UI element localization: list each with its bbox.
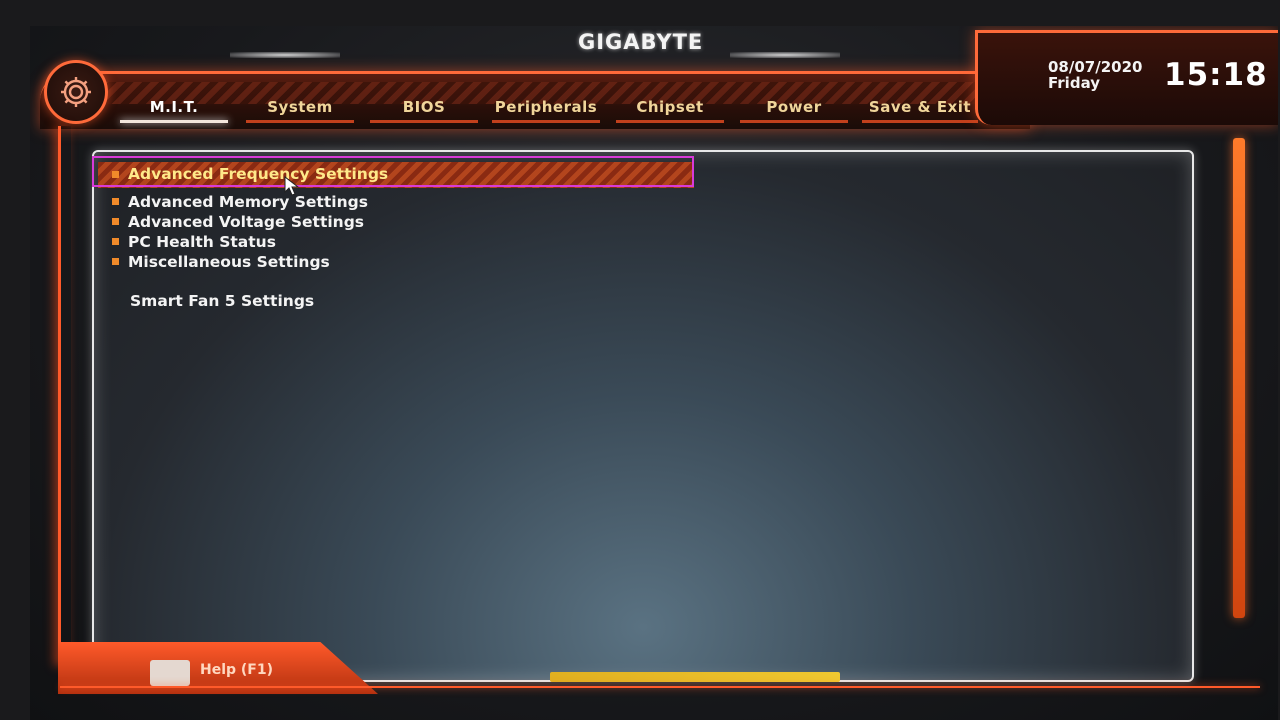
tab-save-exit[interactable]: Save & Exit	[862, 94, 978, 123]
settings-panel: Advanced Frequency Settings Advanced Mem…	[92, 150, 1194, 682]
tab-chipset[interactable]: Chipset	[616, 94, 724, 123]
left-frame-accent	[58, 126, 71, 666]
help-key-icon	[150, 660, 190, 686]
tab-peripherals[interactable]: Peripherals	[492, 94, 600, 123]
tab-bios[interactable]: BIOS	[370, 94, 478, 123]
menu-item-label: Miscellaneous Settings	[128, 253, 330, 271]
bullet-icon	[112, 198, 119, 205]
tab-system[interactable]: System	[246, 94, 354, 123]
header-glow-left	[230, 52, 340, 58]
datetime-panel: 08/07/2020 Friday 15:18	[975, 30, 1278, 125]
day-text: Friday	[1048, 74, 1101, 92]
date-text: 08/07/2020	[1048, 58, 1143, 76]
menu-item-label: PC Health Status	[128, 233, 276, 251]
settings-gear-button[interactable]	[44, 60, 108, 124]
bullet-icon	[112, 218, 119, 225]
main-tab-bar: M.I.T. System BIOS Peripherals Chipset P…	[118, 94, 978, 124]
menu-item-label: Advanced Voltage Settings	[128, 213, 365, 231]
pointer-cursor-icon	[284, 176, 300, 196]
menu-item-label: Advanced Memory Settings	[128, 193, 368, 211]
bottom-accent-line	[60, 686, 1260, 688]
monitor-bezel: GIGABYTE M.I.T. System BIOS Peripherals …	[0, 0, 1280, 720]
header-glow-right	[730, 52, 840, 58]
tab-mit[interactable]: M.I.T.	[120, 94, 228, 123]
tab-power[interactable]: Power	[740, 94, 848, 123]
right-scroll-bar[interactable]	[1233, 138, 1245, 618]
menu-item-label: Smart Fan 5 Settings	[130, 292, 315, 310]
bullet-icon	[112, 258, 119, 265]
gigabyte-logo: GIGABYTE	[578, 30, 704, 54]
help-label: Help (F1)	[200, 662, 274, 678]
bullet-icon	[112, 238, 119, 245]
time-text: 15:18	[1164, 57, 1268, 93]
datetime-date-group: 08/07/2020 Friday	[1048, 59, 1142, 91]
bottom-status-strip	[550, 672, 840, 682]
gear-icon	[61, 77, 91, 107]
selection-highlight-box	[92, 156, 694, 187]
bios-screen: GIGABYTE M.I.T. System BIOS Peripherals …	[30, 26, 1278, 720]
